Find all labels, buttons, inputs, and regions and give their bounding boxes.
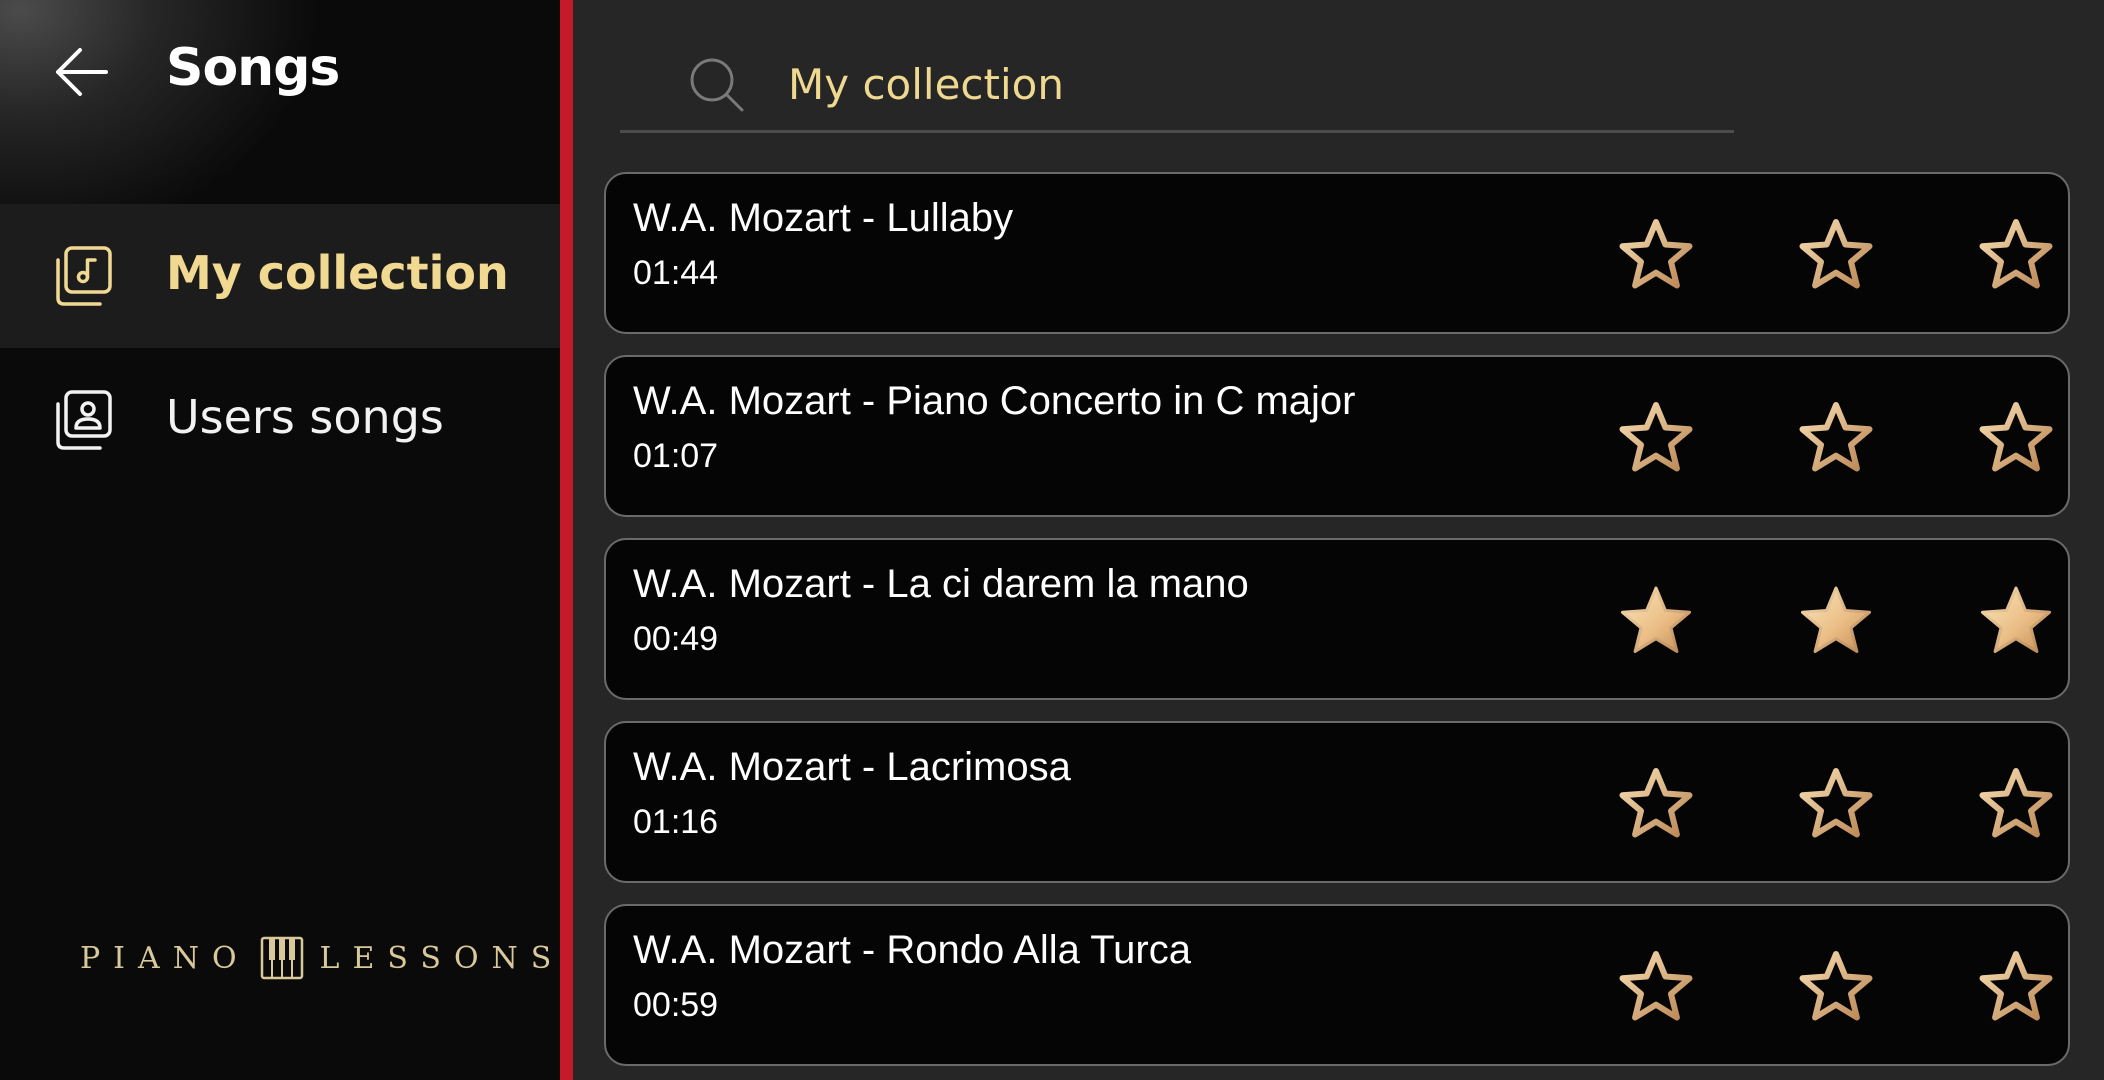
music-collection-icon: [56, 246, 112, 306]
star-outline-icon: [1979, 219, 2053, 289]
arrow-left-icon: [56, 48, 108, 96]
brand-text-right: LESSONS: [319, 940, 565, 976]
star-outline-icon: [1799, 951, 1873, 1021]
song-card[interactable]: W.A. Mozart - Rondo Alla Turca 00:59: [604, 904, 2070, 1066]
star-outline-icon: [1619, 219, 1693, 289]
song-duration: 00:59: [633, 986, 719, 1024]
star-outline-icon: [1619, 951, 1693, 1021]
star-outline-icon: [1979, 768, 2053, 838]
star-outline-icon: [1979, 951, 2053, 1021]
song-title: W.A. Mozart - Lacrimosa: [633, 745, 1071, 789]
piano-keys-icon: [260, 936, 303, 980]
star-filled-icon: [1981, 586, 2051, 653]
song-duration: 01:44: [633, 254, 719, 292]
sidebar-glow: [0, 0, 560, 210]
search-bar[interactable]: My collection: [620, 48, 1734, 133]
star-outline-icon: [1799, 768, 1873, 838]
song-card[interactable]: W.A. Mozart - La ci darem la mano 00:49: [604, 538, 2070, 700]
song-title: W.A. Mozart - Lullaby: [633, 196, 1014, 240]
user-collection-icon: [56, 390, 112, 450]
search-icon: [690, 58, 744, 112]
red-divider: [560, 0, 573, 1080]
star-filled-icon: [1801, 586, 1871, 653]
star-filled-icon: [1621, 586, 1691, 653]
song-card[interactable]: W.A. Mozart - Lullaby 01:44: [604, 172, 2070, 334]
song-title: W.A. Mozart - La ci darem la mano: [633, 562, 1249, 606]
back-button[interactable]: [50, 40, 114, 104]
search-input[interactable]: My collection: [788, 60, 1064, 109]
song-title: W.A. Mozart - Rondo Alla Turca: [633, 928, 1191, 972]
star-outline-icon: [1619, 768, 1693, 838]
brand-text-left: PIANO: [80, 940, 250, 976]
song-duration: 00:49: [633, 620, 719, 658]
main-content: My collection W.A. Mozart - Lullaby 01:44…: [573, 0, 2104, 1080]
app-root: Songs My collection Users songs PIANO LE…: [0, 0, 2104, 1080]
page-title: Songs: [166, 38, 340, 98]
sidebar-item-label: My collection: [166, 246, 509, 300]
sidebar: Songs My collection Users songs PIANO LE…: [0, 0, 573, 1080]
song-card[interactable]: W.A. Mozart - Piano Concerto in C major 0…: [604, 355, 2070, 517]
song-title: W.A. Mozart - Piano Concerto in C major: [633, 379, 1356, 423]
sidebar-item-label: Users songs: [166, 390, 444, 444]
sidebar-item-my-collection[interactable]: My collection: [0, 204, 573, 348]
star-outline-icon: [1799, 402, 1873, 472]
star-outline-icon: [1799, 219, 1873, 289]
star-outline-icon: [1979, 402, 2053, 472]
song-duration: 01:16: [633, 803, 719, 841]
brand-logo: PIANO LESSONS: [80, 936, 564, 980]
song-duration: 01:07: [633, 437, 719, 475]
song-card[interactable]: W.A. Mozart - Lacrimosa 01:16: [604, 721, 2070, 883]
star-outline-icon: [1619, 402, 1693, 472]
sidebar-item-users-songs[interactable]: Users songs: [0, 348, 560, 492]
